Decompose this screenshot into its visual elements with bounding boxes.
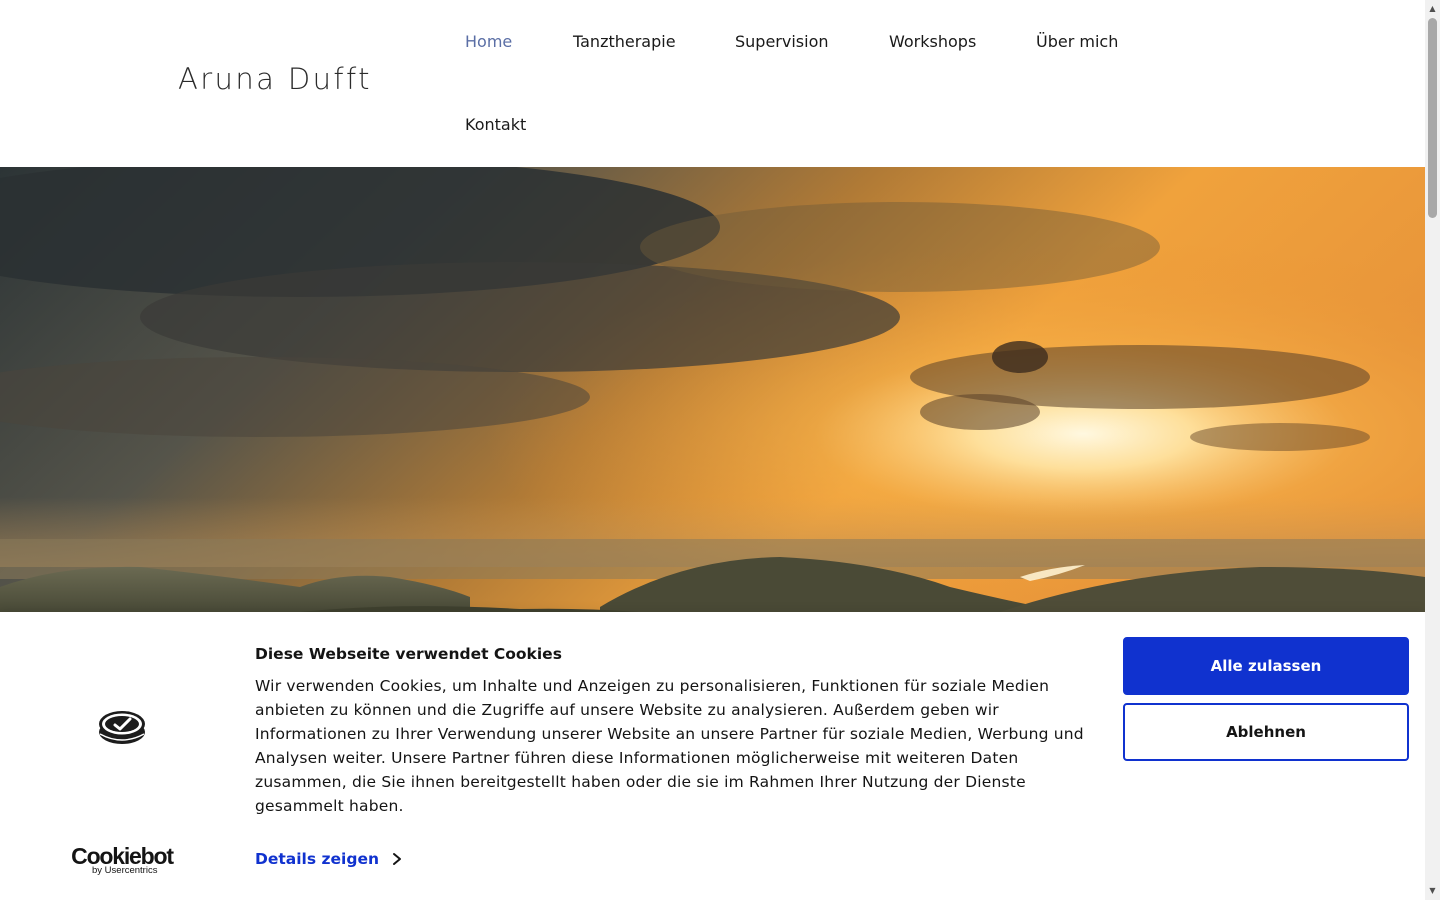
sunset-landscape-image — [0, 167, 1425, 627]
scroll-down-arrow-icon[interactable]: ▼ — [1425, 884, 1440, 898]
scrollbar-thumb[interactable] — [1428, 18, 1437, 218]
nav-item-kontakt[interactable]: Kontakt — [465, 115, 526, 134]
cookiebot-logo-icon — [99, 711, 145, 744]
vertical-scrollbar[interactable]: ▲ ▼ — [1425, 0, 1440, 900]
accept-all-button[interactable]: Alle zulassen — [1123, 637, 1409, 695]
nav-item-workshops[interactable]: Workshops — [889, 32, 976, 51]
nav-item-supervision[interactable]: Supervision — [735, 32, 829, 51]
nav-item-home[interactable]: Home — [465, 32, 512, 51]
nav-item-tanztherapie[interactable]: Tanztherapie — [573, 32, 676, 51]
page: Aruna Dufft Home Tanztherapie Supervisio… — [0, 0, 1440, 900]
chevron-right-icon[interactable] — [391, 852, 403, 866]
hero-image — [0, 167, 1425, 627]
site-title[interactable]: Aruna Dufft — [178, 62, 372, 96]
cookie-banner: Cookiebot by Usercentrics Diese Webseite… — [0, 612, 1425, 900]
details-link[interactable]: Details zeigen — [255, 850, 379, 868]
decline-button[interactable]: Ablehnen — [1123, 703, 1409, 761]
cookie-banner-title: Diese Webseite verwendet Cookies — [255, 645, 562, 663]
cookiebot-brand: Cookiebot by Usercentrics — [70, 844, 174, 876]
site-header: Aruna Dufft Home Tanztherapie Supervisio… — [0, 0, 1425, 167]
cookie-banner-text: Wir verwenden Cookies, um Inhalte und An… — [255, 677, 1084, 815]
nav-item-ueber-mich[interactable]: Über mich — [1036, 32, 1118, 51]
scroll-up-arrow-icon[interactable]: ▲ — [1425, 2, 1440, 16]
